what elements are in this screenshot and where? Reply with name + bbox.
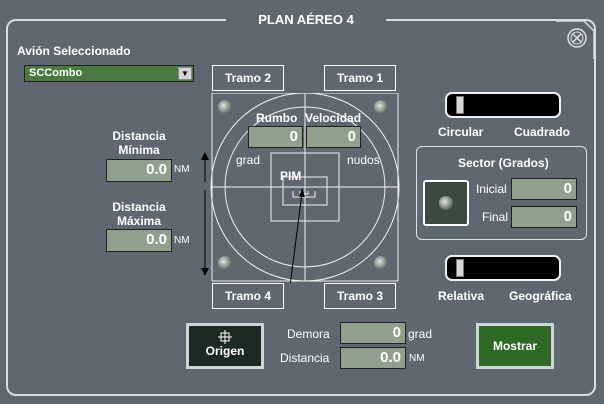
reference-slider-knob[interactable] (456, 259, 464, 277)
sector-toggle-button[interactable] (423, 180, 469, 226)
rumbo-label: Rumbo (256, 111, 298, 125)
sector-button-icon (439, 196, 453, 210)
plan-aereo-window: PLAN AÉREO 4 Avión Seleccionado SCCombo … (0, 0, 604, 404)
shape-slider[interactable] (445, 92, 561, 118)
final-label: Final (482, 210, 509, 224)
inicial-input[interactable]: 0 (511, 178, 577, 200)
cuadrado-label: Cuadrado (514, 125, 571, 139)
screw-bottom-right-icon (374, 256, 388, 270)
window-title: PLAN AÉREO 4 (226, 10, 386, 30)
geografica-label: Geográfica (509, 289, 572, 303)
aircraft-select[interactable]: SCCombo ▼ (24, 65, 194, 82)
tramo-3-button[interactable]: Tramo 3 (324, 283, 396, 309)
demora-unit: grad (408, 327, 433, 341)
tramo-2-button[interactable]: Tramo 2 (212, 65, 284, 91)
velocidad-label: Velocidad (305, 111, 362, 125)
dist-min-label-2: Mínima (118, 143, 160, 157)
reference-slider[interactable] (445, 255, 561, 281)
velocidad-unit: nudos (347, 153, 380, 167)
velocidad-input[interactable]: 0 (306, 126, 361, 148)
screw-bottom-left-icon (218, 256, 232, 270)
sector-title: Sector (Grados) (458, 156, 549, 170)
dist-min-unit: NM (174, 164, 190, 175)
relativa-label: Relativa (438, 289, 485, 303)
tramo-1-button[interactable]: Tramo 1 (324, 65, 396, 91)
dist-min-input[interactable]: 0.0 (106, 159, 172, 182)
dist-max-label-1: Distancia (112, 200, 166, 214)
crosshair-icon (218, 330, 232, 344)
origen-label: Origen (205, 344, 245, 358)
screw-top-right-icon (374, 100, 388, 114)
close-icon[interactable] (566, 27, 588, 49)
distancia-label: Distancia (280, 351, 330, 365)
demora-label: Demora (287, 327, 330, 341)
pim-label: PIM (280, 169, 302, 183)
aircraft-label: Avión Seleccionado (17, 44, 131, 58)
distancia-input[interactable]: 0.0 (340, 347, 406, 369)
mostrar-button[interactable]: Mostrar (476, 323, 554, 369)
demora-input[interactable]: 0 (340, 322, 406, 344)
origen-button[interactable]: Origen (186, 323, 264, 369)
aircraft-selected-value: SCCombo (29, 67, 83, 79)
distancia-unit: NM (409, 353, 425, 364)
dist-max-unit: NM (174, 235, 190, 246)
chevron-down-icon[interactable]: ▼ (178, 67, 192, 80)
dist-min-label-1: Distancia (112, 129, 166, 143)
tramo-4-button[interactable]: Tramo 4 (212, 283, 284, 309)
circular-label: Circular (438, 125, 484, 139)
final-input[interactable]: 0 (511, 206, 577, 228)
dist-max-label-2: Máxima (116, 214, 162, 228)
rumbo-unit: grad (236, 153, 261, 167)
rumbo-input[interactable]: 0 (248, 126, 303, 148)
screw-top-left-icon (218, 100, 232, 114)
inicial-label: Inicial (476, 182, 507, 196)
shape-slider-knob[interactable] (456, 96, 464, 114)
range-arrow-icon (201, 152, 209, 276)
dist-max-input[interactable]: 0.0 (106, 229, 172, 252)
